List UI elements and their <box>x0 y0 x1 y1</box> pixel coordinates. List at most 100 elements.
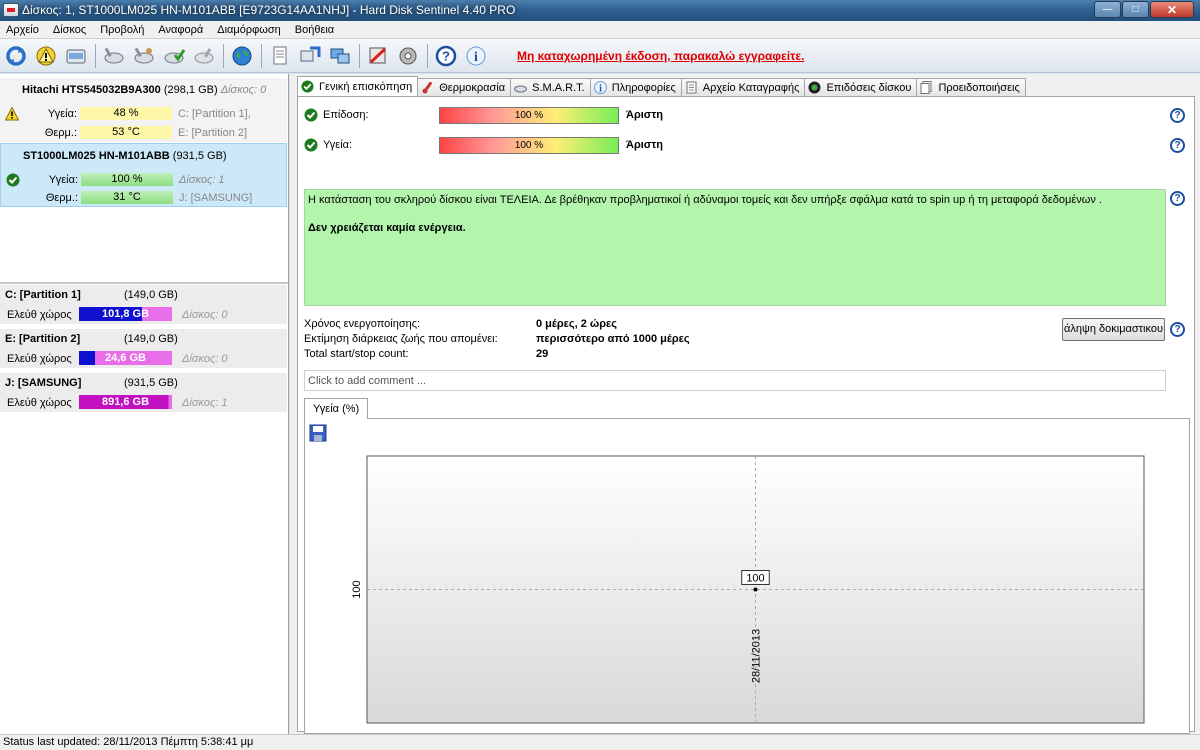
disk-list-panel: Hitachi HTS545032B9A300 (298,1 GB) Δίσκο… <box>0 74 289 734</box>
free-space-value: 101,8 GB <box>101 308 150 320</box>
temperature-row: Θερμ.: 31 °C J: [SAMSUNG] <box>1 191 288 205</box>
free-space-value: 891,6 GB <box>101 396 150 408</box>
tab-label: Γενική επισκόπηση <box>319 80 413 93</box>
tab-overview[interactable]: Γενική επισκόπηση <box>297 76 419 96</box>
maximize-button[interactable]: □ <box>1122 1 1149 18</box>
partition-ref: J: [SAMSUNG] <box>179 192 253 204</box>
title-bar: Δίσκος: 1, ST1000LM025 HN-M101ABB [E9723… <box>0 0 1200 21</box>
tab-smart[interactable]: S.M.A.R.T. <box>510 78 591 96</box>
info-icon: i <box>593 81 607 95</box>
close-button[interactable]: ✕ <box>1150 1 1194 18</box>
help-icon[interactable]: ? <box>1170 191 1185 206</box>
disk-tool-4-icon[interactable] <box>191 43 217 69</box>
minimize-button[interactable]: — <box>1094 1 1121 18</box>
report-icon[interactable] <box>267 43 293 69</box>
performance-row: Επίδοση: 100 % Άριστη <box>304 105 1184 125</box>
toolbar-separator <box>427 43 428 68</box>
menu-view[interactable]: Προβολή <box>94 24 152 36</box>
health-value: 100 % <box>514 140 544 151</box>
svg-text:?: ? <box>442 48 450 63</box>
check-icon <box>304 138 318 152</box>
tab-label: Θερμοκρασία <box>439 81 506 94</box>
partition-ref: C: [Partition 1], <box>178 108 251 120</box>
menu-disk[interactable]: Δίσκος <box>47 24 94 36</box>
tab-bar: Γενική επισκόπηση Θερμοκρασία S.M.A.R.T.… <box>297 76 1026 96</box>
disk-name: ST1000LM025 HN-M101ABB <box>23 150 170 162</box>
health-row: Υγεία: 48 % C: [Partition 1], <box>0 107 287 121</box>
recommended-action: Δεν χρειάζεται καμία ενέργεια. <box>308 222 466 234</box>
menu-report[interactable]: Αναφορά <box>152 24 211 36</box>
transfer-icon[interactable] <box>297 43 323 69</box>
disk-title: ST1000LM025 HN-M101ABB (931,5 GB) <box>23 150 227 162</box>
free-space-label: Ελεύθ χώρος <box>7 397 72 409</box>
disk-card-st1000lm025[interactable]: ST1000LM025 HN-M101ABB (931,5 GB) Υγεία:… <box>0 143 287 207</box>
help-icon[interactable]: ? <box>1170 138 1185 153</box>
health-value: 48 % <box>80 107 172 120</box>
warning-icon[interactable] <box>33 43 59 69</box>
partition-card-j[interactable]: J: [SAMSUNG] (931,5 GB) Ελεύθ χώρος 891,… <box>0 373 287 414</box>
settings-icon[interactable] <box>395 43 421 69</box>
health-chart: 100 28/11/2013 100 <box>351 455 1145 724</box>
registration-notice-link[interactable]: Μη καταχωρημένη έκδοση, παρακαλώ εγγραφε… <box>517 49 804 63</box>
performance-value: 100 % <box>514 110 544 121</box>
health-bar: 100 % <box>439 137 619 154</box>
data-point <box>753 587 758 592</box>
check-icon <box>304 108 318 122</box>
info-value: περισσότερο από 1000 μέρες <box>536 333 690 345</box>
help-icon[interactable]: ? <box>1170 322 1185 337</box>
free-space-label: Ελεύθ χώρος <box>7 353 72 365</box>
disk-tool-3-icon[interactable] <box>161 43 187 69</box>
menu-file[interactable]: Αρχείο <box>0 24 47 36</box>
tab-temperature[interactable]: Θερμοκρασία <box>417 78 512 96</box>
test-icon[interactable] <box>365 43 391 69</box>
tab-performance[interactable]: Επιδόσεις δίσκου <box>804 78 918 96</box>
disk-name: Hitachi HTS545032B9A300 <box>22 84 161 96</box>
app-icon[interactable] <box>3 3 19 17</box>
save-icon[interactable] <box>309 424 327 442</box>
summary-text: Η κατάσταση του σκληρού δίσκου είναι ΤΕΛ… <box>308 194 1102 206</box>
info-key: Χρόνος ενεργοποίησης: <box>304 318 421 330</box>
tab-information[interactable]: i Πληροφορίες <box>589 78 682 96</box>
disk-card-hitachi[interactable]: Hitachi HTS545032B9A300 (298,1 GB) Δίσκο… <box>0 78 287 142</box>
partition-card-e[interactable]: E: [Partition 2] (149,0 GB) Ελεύθ χώρος … <box>0 329 287 370</box>
test-download-button[interactable]: άληψη δοκιμαστικου <box>1062 318 1165 341</box>
temperature-row: Θερμ.: 53 °C E: [Partition 2] <box>0 126 287 140</box>
health-chart-frame: 100 28/11/2013 100 <box>304 418 1190 734</box>
tab-label: Επιδόσεις δίσκου <box>826 81 912 94</box>
refresh-icon[interactable] <box>3 43 29 69</box>
tab-label: Αρχείο Καταγραφής <box>702 81 800 94</box>
partition-disk: Δίσκος: 0 <box>182 353 228 365</box>
tab-label: Πληροφορίες <box>611 81 676 94</box>
menu-configuration[interactable]: Διαμόρφωση <box>211 24 289 36</box>
disk-size: (298,1 GB) <box>163 84 218 96</box>
disk-tool-2-icon[interactable] <box>131 43 157 69</box>
help-icon[interactable]: ? <box>1170 108 1185 123</box>
free-space-label: Ελεύθ χώρος <box>7 309 72 321</box>
menu-help[interactable]: Βοήθεια <box>289 24 342 36</box>
info-value: 0 μέρες, 2 ώρες <box>536 318 617 330</box>
check-icon <box>301 80 314 93</box>
tab-label: Προειδοποιήσεις <box>938 81 1020 94</box>
health-row: Υγεία: 100 % Δίσκος: 1 <box>1 173 288 187</box>
tab-log[interactable]: Αρχείο Καταγραφής <box>680 78 806 96</box>
disk-icon[interactable] <box>63 43 89 69</box>
disk-tool-icon[interactable] <box>101 43 127 69</box>
toolbar: ? i Μη καταχωρημένη έκδοση, παρακαλώ εγγ… <box>0 39 1200 73</box>
comment-input[interactable] <box>304 370 1166 391</box>
health-row: Υγεία: 100 % Άριστη <box>304 135 1184 155</box>
tab-alerts[interactable]: Προειδοποιήσεις <box>916 78 1026 96</box>
chart-tab-health[interactable]: Υγεία (%) <box>304 398 369 419</box>
partition-name: C: [Partition 1] <box>5 289 81 301</box>
globe-icon[interactable] <box>229 43 255 69</box>
partition-name: J: [SAMSUNG] <box>5 377 82 389</box>
free-space-bar: 891,6 GB <box>79 395 172 409</box>
network-icon[interactable] <box>327 43 353 69</box>
svg-text:i: i <box>599 84 602 95</box>
info-icon[interactable]: i <box>463 43 489 69</box>
partition-name: E: [Partition 2] <box>5 333 81 345</box>
panel-divider <box>0 282 288 284</box>
partition-size: (931,5 GB) <box>124 377 178 389</box>
help-icon[interactable]: ? <box>433 43 459 69</box>
partition-card-c[interactable]: C: [Partition 1] (149,0 GB) Ελεύθ χώρος … <box>0 285 287 326</box>
disk-size: (931,5 GB) <box>172 150 227 162</box>
